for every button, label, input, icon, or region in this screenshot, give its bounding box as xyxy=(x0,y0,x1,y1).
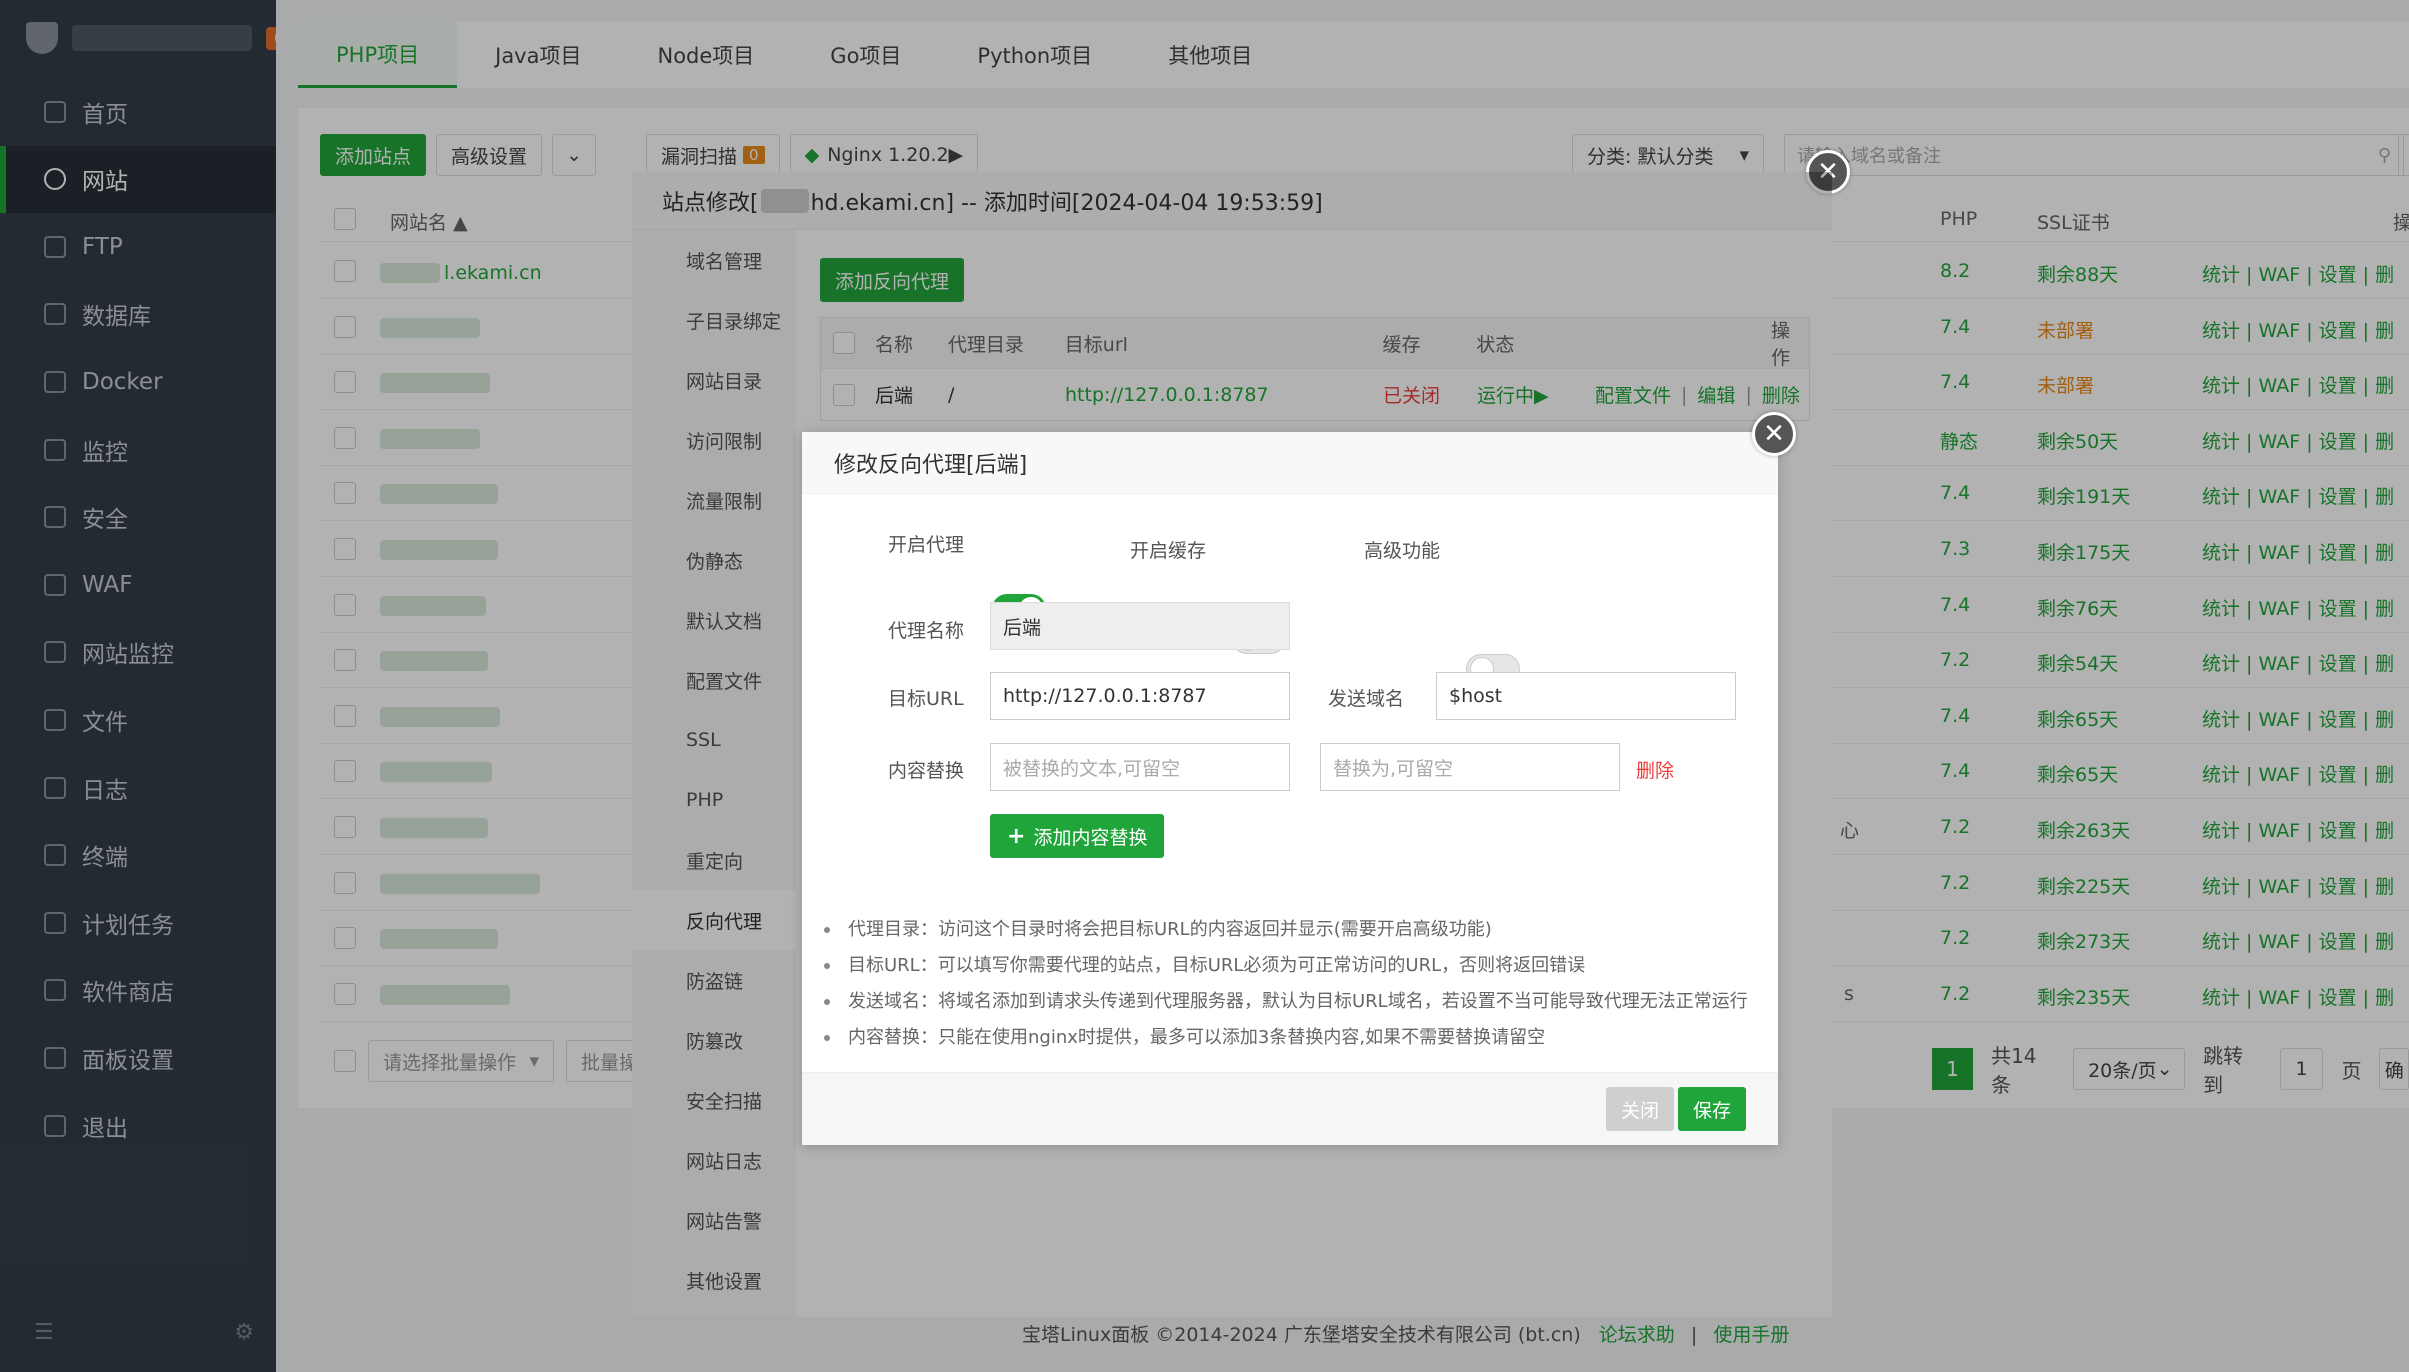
proxy-name-label: 代理名称 xyxy=(888,620,965,642)
tip-item: 内容替换：只能在使用nginx时提供，最多可以添加3条替换内容,如果不需要替换请… xyxy=(824,1020,1748,1056)
target-url-label: 目标URL xyxy=(888,688,964,710)
content-replace-label: 内容替换 xyxy=(888,760,965,782)
add-replace-button[interactable]: + 添加内容替换 xyxy=(990,814,1165,858)
replace-delete-link[interactable]: 删除 xyxy=(1636,756,1674,783)
close-button[interactable]: 关闭 xyxy=(1606,1087,1675,1131)
add-replace-label: 添加内容替换 xyxy=(1033,826,1148,849)
send-host-field[interactable]: $host xyxy=(1436,672,1736,720)
replace-from-input[interactable]: 被替换的文本,可留空 xyxy=(990,743,1290,791)
edit-proxy-dialog: 修改反向代理[后端] 开启代理 开启缓存 高级功能 代理名称 后端 目标URL … xyxy=(802,432,1778,1145)
close-proxy-dialog-icon[interactable]: ✕ xyxy=(1752,412,1796,456)
tip-item: 目标URL：可以填写你需要代理的站点，目标URL必须为可正常访问的URL，否则将… xyxy=(824,948,1748,984)
help-tips: 代理目录：访问这个目录时将会把目标URL的内容返回并显示(需要开启高级功能) 目… xyxy=(824,912,1748,1056)
enable-cache-label: 开启缓存 xyxy=(1130,540,1207,562)
save-button[interactable]: 保存 xyxy=(1678,1087,1747,1131)
enable-proxy-label: 开启代理 xyxy=(888,534,965,556)
proxy-name-field[interactable]: 后端 xyxy=(990,602,1290,650)
tip-item: 发送域名：将域名添加到请求头传递到代理服务器，默认为目标URL域名，若设置不当可… xyxy=(824,984,1748,1020)
send-host-label: 发送域名 xyxy=(1328,688,1405,710)
plus-icon: + xyxy=(1007,823,1026,849)
proxy-dialog-title: 修改反向代理[后端] xyxy=(802,432,1778,494)
replace-to-input[interactable]: 替换为,可留空 xyxy=(1320,743,1620,791)
tip-item: 代理目录：访问这个目录时将会把目标URL的内容返回并显示(需要开启高级功能) xyxy=(824,912,1748,948)
dialog-footer: 关闭 保存 xyxy=(802,1072,1778,1145)
target-url-field[interactable]: http://127.0.0.1:8787 xyxy=(990,672,1290,720)
advanced-label: 高级功能 xyxy=(1364,540,1441,562)
